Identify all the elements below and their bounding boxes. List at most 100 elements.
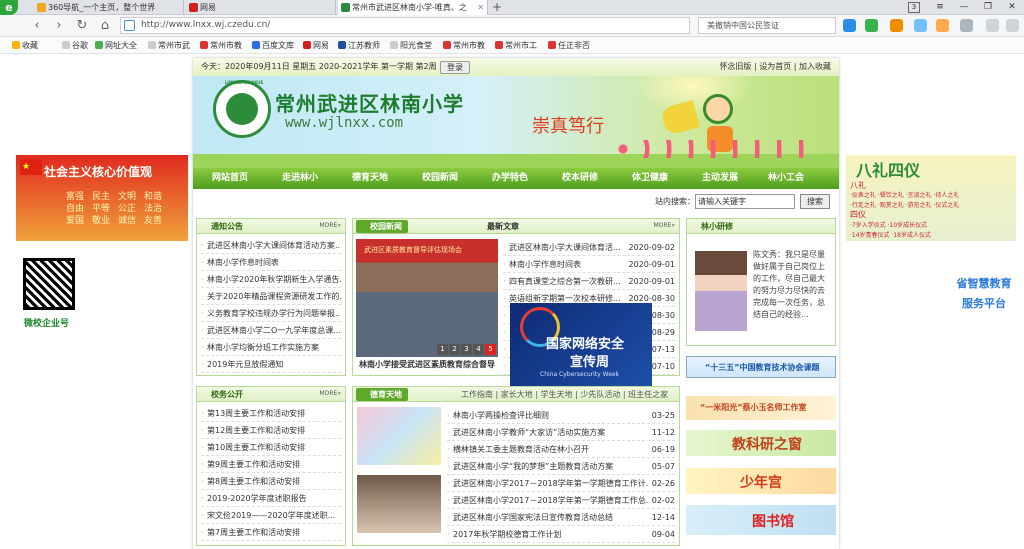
list-item[interactable]: 四有真课堂之综合第一次教研... 2020-09-01: [503, 273, 675, 290]
pager-dot[interactable]: 1: [437, 344, 448, 355]
pager-dot[interactable]: 5: [485, 344, 496, 355]
forward-icon[interactable]: ›: [50, 17, 68, 35]
list-item[interactable]: 第13周主要工作和活动安排: [201, 405, 341, 422]
list-item[interactable]: 第8周主要工作和活动安排: [201, 473, 341, 490]
list-item[interactable]: 武进区林南小学大课间体育活动方案...: [201, 237, 341, 254]
plugin-icon[interactable]: [865, 19, 878, 32]
eight-rites-ad[interactable]: 八礼四仪 八礼 ·仪表之礼 ·餐饮之礼 ·言谈之礼 ·待人之礼 ·行走之礼 ·观…: [846, 155, 1016, 241]
minimize-icon[interactable]: —: [954, 0, 974, 15]
bookmark-163[interactable]: 网易: [303, 40, 329, 51]
back-icon[interactable]: ‹: [28, 17, 46, 35]
moral-tabs[interactable]: 工作指南 | 家长大地 | 学生天地 | 少先队活动 | 班主任之家: [461, 389, 668, 400]
game-icon[interactable]: [890, 19, 903, 32]
more-link[interactable]: MORE»: [319, 390, 341, 397]
tab-count-badge[interactable]: 3: [908, 2, 920, 13]
more-link[interactable]: MORE»: [653, 222, 675, 229]
bookmark-rzf[interactable]: 任正非否: [548, 40, 590, 51]
news-photo[interactable]: 武进区素质教育督导评估现场会 12345: [356, 239, 498, 357]
login-button[interactable]: 登录: [440, 61, 470, 74]
list-item[interactable]: 武进区林南小学2017－2018学年第一学期德育工作总...02-02: [447, 492, 675, 509]
core-values-ad[interactable]: ★ 社会主义核心价值观 富强 民主 文明 和谐自由 平等 公正 法治爱国 敬业 诚信 友善: [16, 155, 188, 241]
bookmark-czwj[interactable]: 常州市武: [148, 40, 190, 51]
qr-code[interactable]: [23, 258, 75, 310]
bookmark-google[interactable]: 谷歌: [62, 40, 88, 51]
site-search-button[interactable]: 搜索: [800, 194, 830, 209]
nav-development[interactable]: 主动发展: [687, 168, 753, 189]
home-icon[interactable]: ⌂: [96, 17, 114, 35]
translate-icon[interactable]: [843, 19, 856, 32]
settings-icon[interactable]: [1006, 19, 1019, 32]
list-item[interactable]: 义务教育学校违规办学行为问题举报...: [201, 305, 341, 322]
research-ad[interactable]: 教科研之窗: [686, 430, 836, 456]
nav-features[interactable]: 办学特色: [477, 168, 543, 189]
tab-360[interactable]: 360导航_一个主页，整个世界: [34, 0, 184, 15]
cloud-icon[interactable]: [914, 19, 927, 32]
list-item[interactable]: 关于2020年精品课程资源研发工作的...: [201, 288, 341, 305]
undo-icon[interactable]: [986, 19, 999, 32]
cyber-week-ad[interactable]: 国家网络安全 宣传周 China Cybersecurity Week: [510, 303, 652, 388]
list-item[interactable]: 横林镇关工委主题教育活动在林小召开 06-19: [447, 441, 675, 458]
bookmark-favorites[interactable]: 收藏: [12, 40, 38, 51]
close-tab-icon[interactable]: ✕: [477, 0, 484, 15]
list-item[interactable]: 武进区林南小学大课间体育活... 2020-09-02: [503, 239, 675, 256]
list-item[interactable]: 2019-2020学年度述职报告: [201, 490, 341, 507]
list-item[interactable]: 武进区林南小学教师“大家访”活动实施方案 11-12: [447, 424, 675, 441]
list-item[interactable]: 第10周主要工作和活动安排: [201, 439, 341, 456]
nav-about[interactable]: 走进林小: [267, 168, 333, 189]
screenshot-icon[interactable]: [960, 19, 973, 32]
nav-research[interactable]: 校本研修: [547, 168, 613, 189]
close-window-icon[interactable]: ✕: [1002, 0, 1022, 15]
nav-moral[interactable]: 德育天地: [337, 168, 403, 189]
pager-dot[interactable]: 4: [473, 344, 484, 355]
bookmark-czjy[interactable]: 常州市教: [200, 40, 242, 51]
browser-logo-icon[interactable]: e: [0, 0, 18, 15]
restore-icon[interactable]: ❐: [978, 0, 998, 15]
nav-home[interactable]: 网站首页: [197, 168, 263, 189]
list-item[interactable]: 林南小学作息时间表 2020-09-01: [503, 256, 675, 273]
top-links[interactable]: 怀念旧版 | 设为首页 | 加入收藏: [719, 58, 831, 76]
moral-photo-1[interactable]: [357, 407, 441, 465]
list-item[interactable]: 武进区林南小学二O一九学年度总课...: [201, 322, 341, 339]
bookmark-wenku[interactable]: 百度文库: [252, 40, 294, 51]
list-item[interactable]: 2017年秋学期校德育工作计划 09-04: [447, 526, 675, 543]
list-item[interactable]: 武进区林南小学2017－2018学年第一学期德育工作计...02-26: [447, 475, 675, 492]
bookmark-czjy2[interactable]: 常州市教: [443, 40, 485, 51]
bookmark-hao[interactable]: 网址大全: [95, 40, 137, 51]
nav-health[interactable]: 体卫健康: [617, 168, 683, 189]
list-item[interactable]: 第9周主要工作和活动安排: [201, 456, 341, 473]
list-item[interactable]: 第12周主要工作和活动安排: [201, 422, 341, 439]
url-input[interactable]: http://www.lnxx.wj.czedu.cn/: [120, 17, 690, 34]
new-tab-button[interactable]: +: [490, 0, 504, 15]
news-photo-caption[interactable]: 林南小学接受武进区素质教育综合督导: [359, 359, 495, 370]
sunshine-ad[interactable]: “一米阳光”蔡小玉名师工作室: [686, 396, 836, 420]
menu-icon[interactable]: ≡: [930, 0, 950, 15]
refresh-icon[interactable]: ↻: [73, 17, 91, 35]
list-item[interactable]: 林南小学均衡分班工作实施方案: [201, 339, 341, 356]
list-item[interactable]: 林南小学2020年秋学期新生入学通告...: [201, 271, 341, 288]
bookmark-sunfood[interactable]: 阳光食堂: [390, 40, 432, 51]
library-ad[interactable]: 图书馆: [686, 505, 836, 535]
browser-search-input[interactable]: 美撤销中国公民签证: [698, 17, 836, 34]
bookmark-czgh[interactable]: 常州市工: [495, 40, 537, 51]
list-item[interactable]: 武进区林南小学国家宪法日宣传教育活动总结 12-14: [447, 509, 675, 526]
nav-news[interactable]: 校园新闻: [407, 168, 473, 189]
tab-163[interactable]: 网易: [186, 0, 336, 15]
note-icon[interactable]: [936, 19, 949, 32]
pager-dot[interactable]: 3: [461, 344, 472, 355]
list-item[interactable]: 林南小学两操检查评比细则 03-25: [447, 407, 675, 424]
list-item[interactable]: 宋文俭2019——2020学年度述职...: [201, 507, 341, 524]
smart-edu-ad[interactable]: 省智慧教育服务平台: [952, 266, 1016, 328]
list-item[interactable]: 第7周主要工作和活动安排: [201, 524, 341, 541]
youth-palace-ad[interactable]: 少年宫: [686, 468, 836, 494]
thirteen-ad[interactable]: “十三五”中国教育技术协会课题: [686, 356, 836, 378]
nav-union[interactable]: 林小工会: [753, 168, 819, 189]
bookmark-jsjs[interactable]: 江苏教师: [338, 40, 380, 51]
moral-photo-2[interactable]: [357, 475, 441, 533]
site-search-input[interactable]: 请输入关键字: [695, 194, 795, 209]
list-item[interactable]: 林南小学作息时间表: [201, 254, 341, 271]
more-link[interactable]: MORE»: [319, 222, 341, 229]
tab-linnan[interactable]: 常州市武进区林南小学-唯真、之 ✕: [338, 0, 488, 15]
list-item[interactable]: 2019年元旦放假通知: [201, 356, 341, 373]
pager-dot[interactable]: 2: [449, 344, 460, 355]
list-item[interactable]: 武进区林南小学“我的梦想”主题教育活动方案 05-07: [447, 458, 675, 475]
